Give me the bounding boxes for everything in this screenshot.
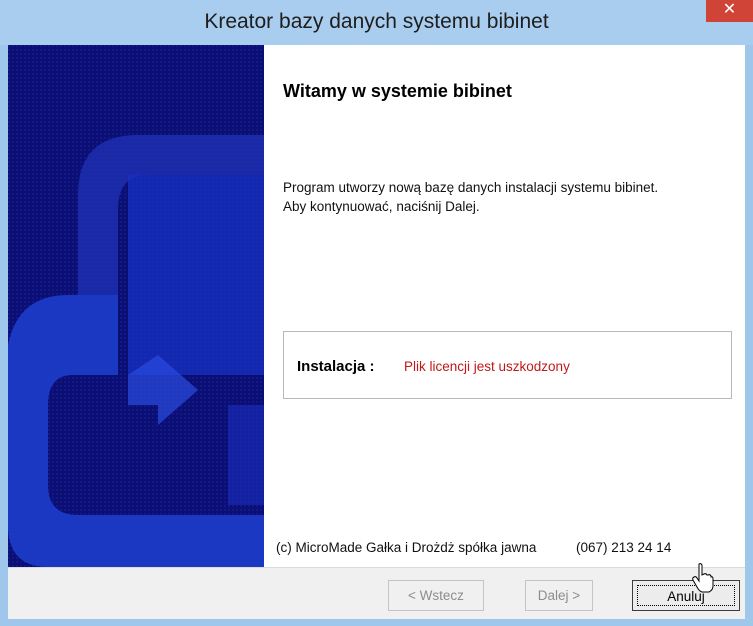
- intro-line-1: Program utworzy nową bazę danych instala…: [283, 180, 659, 195]
- installation-label: Instalacja :: [297, 358, 375, 375]
- title-bar[interactable]: Kreator bazy danych systemu bibinet ✕: [0, 0, 753, 45]
- wizard-client-area: Witamy w systemie bibinet Program utworz…: [8, 45, 745, 619]
- installation-status-box: Instalacja : Plik licencji jest uszkodzo…: [283, 331, 732, 399]
- wizard-banner-image: [8, 45, 264, 567]
- cancel-button[interactable]: Anuluj: [632, 580, 740, 611]
- close-icon: ✕: [722, 1, 737, 18]
- phone-number: (067) 213 24 14: [576, 540, 672, 555]
- wizard-window: Kreator bazy danych systemu bibinet ✕ Wi…: [0, 0, 753, 626]
- installation-status-text: Plik licencji jest uszkodzony: [404, 359, 570, 374]
- back-button[interactable]: < Wstecz: [388, 580, 484, 611]
- window-title: Kreator bazy danych systemu bibinet: [204, 10, 549, 33]
- cancel-button-label: Anuluj: [637, 585, 735, 606]
- banner-artwork: [8, 45, 264, 567]
- copyright-text: (c) MicroMade Gałka i Drożdż spółka jawn…: [276, 540, 537, 555]
- next-button[interactable]: Dalej >: [525, 580, 593, 611]
- hand-pointer-cursor-icon: [692, 563, 714, 593]
- intro-text: Program utworzy nową bazę danych instala…: [283, 178, 733, 216]
- intro-line-2: Aby kontynuować, naciśnij Dalej.: [283, 199, 480, 214]
- welcome-heading: Witamy w systemie bibinet: [283, 81, 512, 101]
- button-bar: < Wstecz Dalej > Anuluj: [8, 567, 745, 619]
- close-button[interactable]: ✕: [706, 0, 753, 22]
